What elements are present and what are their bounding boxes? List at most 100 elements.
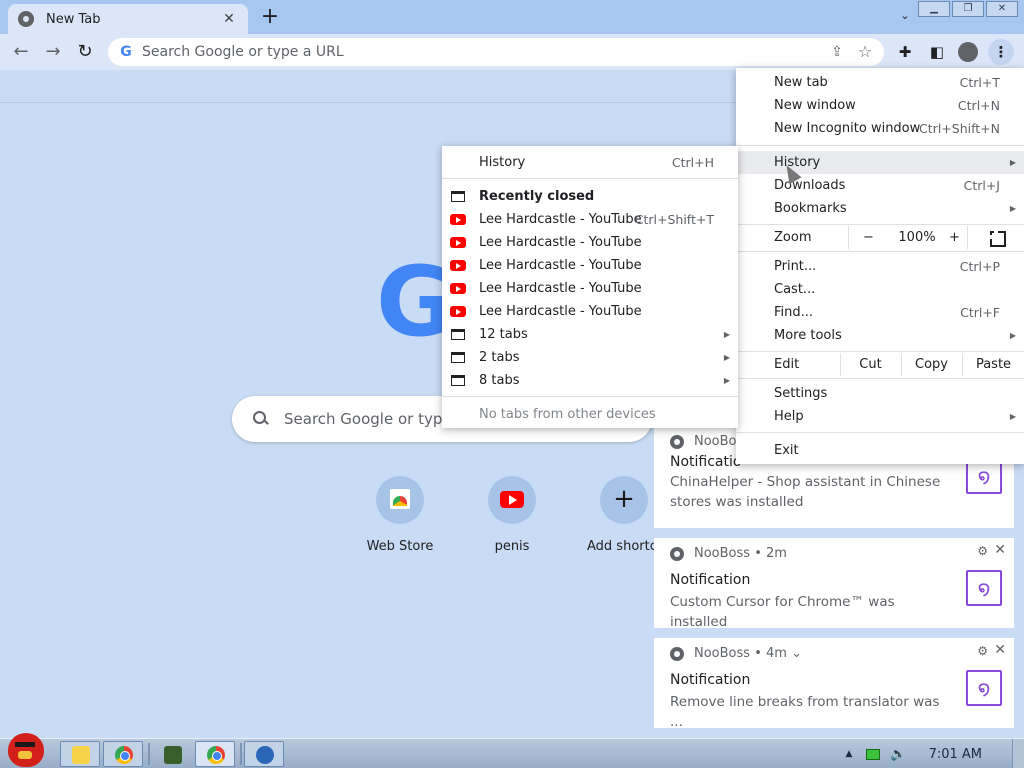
- new-tab-button[interactable]: +: [258, 6, 282, 30]
- notification-title: Notification: [670, 672, 751, 688]
- menu-divider: [736, 351, 1024, 352]
- notification-body: ChinaHelper - Shop assistant in Chinese …: [670, 474, 941, 510]
- google-icon: G: [120, 44, 132, 60]
- folder-icon: [72, 746, 90, 764]
- paste-button[interactable]: Paste: [962, 353, 1024, 376]
- submenu-arrow-icon: ▶: [1009, 204, 1016, 213]
- menu-item-shortcut: Ctrl+Shift+T: [634, 212, 714, 227]
- shortcut-add[interactable]: + Add shortcu: [569, 476, 654, 554]
- recently-closed-item[interactable]: Lee Hardcastle - YouTube: [442, 254, 738, 277]
- tab-close-icon[interactable]: ✕: [220, 10, 238, 28]
- notification-card[interactable]: NooBoss • 2m ⚙ ✕ Notification Custom Cur…: [654, 538, 1014, 630]
- restore-button[interactable]: ❐: [952, 1, 984, 17]
- recently-closed-item[interactable]: Lee Hardcastle - YouTube Ctrl+Shift+T: [442, 208, 738, 231]
- recently-closed-item[interactable]: Lee Hardcastle - YouTube: [442, 277, 738, 300]
- zoom-controls: − 100% +: [848, 226, 1024, 249]
- close-icon[interactable]: ✕: [994, 542, 1006, 558]
- zoom-level: 100%: [898, 230, 936, 245]
- menu-item-more-tools[interactable]: More tools ▶: [736, 324, 1024, 347]
- recently-closed-window[interactable]: 8 tabs ▶: [442, 369, 738, 392]
- toolbar: ← → ↻ G Search Google or type a URL ⇪ ☆ …: [0, 34, 1024, 70]
- omnibox[interactable]: G Search Google or type a URL ⇪ ☆: [108, 38, 884, 66]
- close-window-button[interactable]: ✕: [986, 1, 1018, 17]
- taskbar-game-button[interactable]: [152, 741, 192, 767]
- submenu-arrow-icon: ▶: [1009, 331, 1016, 340]
- menu-item-shortcut: Ctrl+J: [963, 178, 1000, 193]
- menu-item-label: 2 tabs: [479, 350, 520, 365]
- show-desktop-button[interactable]: [1012, 739, 1024, 768]
- reload-button[interactable]: ↻: [72, 39, 98, 65]
- nooboss-logo-icon: ໑: [966, 670, 1002, 706]
- start-button[interactable]: [2, 729, 50, 768]
- shortcut-web-store[interactable]: Web Store: [345, 476, 455, 554]
- omnibox-placeholder: Search Google or type a URL: [142, 44, 344, 60]
- recently-closed-window[interactable]: 2 tabs ▶: [442, 346, 738, 369]
- minimize-button[interactable]: ▁: [918, 1, 950, 17]
- menu-item-find[interactable]: Find... Ctrl+F: [736, 301, 1024, 324]
- taskbar-divider: [240, 743, 242, 765]
- bookmark-star-icon[interactable]: ☆: [852, 38, 878, 66]
- shortcut-youtube-tile: [488, 476, 536, 524]
- history-menu-item-history[interactable]: History Ctrl+H: [442, 151, 738, 174]
- side-panel-icon[interactable]: ◧: [924, 39, 950, 65]
- cut-button[interactable]: Cut: [840, 353, 900, 376]
- menu-item-help[interactable]: Help ▶: [736, 405, 1024, 428]
- window-controls: ▁ ❐ ✕: [918, 1, 1018, 17]
- menu-item-shortcut: Ctrl+T: [959, 75, 1000, 90]
- notification-body: Remove line breaks from translator was .…: [670, 694, 940, 730]
- menu-item-settings[interactable]: Settings: [736, 382, 1024, 405]
- submenu-arrow-icon: ▶: [1009, 412, 1016, 421]
- tab-strip: New Tab ✕ + ⌄ ▁ ❐ ✕: [0, 0, 1024, 34]
- gear-icon[interactable]: ⚙: [977, 644, 988, 658]
- recently-closed-window[interactable]: 12 tabs ▶: [442, 323, 738, 346]
- menu-item-new-incognito-window[interactable]: New Incognito window Ctrl+Shift+N: [736, 117, 1024, 140]
- close-icon[interactable]: ✕: [994, 642, 1006, 658]
- menu-item-label: Find...: [774, 305, 814, 320]
- profile-button[interactable]: [955, 39, 981, 65]
- menu-item-exit[interactable]: Exit: [736, 439, 1024, 462]
- zoom-out-button[interactable]: −: [863, 226, 874, 249]
- volume-icon[interactable]: 🔈: [890, 747, 906, 762]
- notification-card[interactable]: NooBoss • 4m ⌄ ⚙ ✕ Notification Remove l…: [654, 638, 1014, 730]
- clock[interactable]: 7:01 AM: [929, 747, 982, 762]
- web-store-icon: [390, 489, 410, 509]
- network-icon[interactable]: [866, 748, 881, 760]
- menu-divider: [736, 145, 1024, 146]
- menu-item-new-window[interactable]: New window Ctrl+N: [736, 94, 1024, 117]
- gear-icon[interactable]: ⚙: [977, 544, 988, 558]
- menu-item-downloads[interactable]: Downloads Ctrl+J: [736, 174, 1024, 197]
- shortcut-youtube[interactable]: penis: [457, 476, 567, 554]
- taskbar-app-button[interactable]: [244, 741, 284, 767]
- tab-search-button[interactable]: ⌄: [895, 6, 915, 26]
- menu-item-history[interactable]: History ▶: [736, 151, 1024, 174]
- recently-closed-item[interactable]: Lee Hardcastle - YouTube: [442, 300, 738, 323]
- menu-item-bookmarks[interactable]: Bookmarks ▶: [736, 197, 1024, 220]
- taskbar-folder-button[interactable]: [60, 741, 100, 767]
- system-tray: ▲ 🔈 7:01 AM: [845, 739, 1024, 768]
- add-shortcut-tile: +: [600, 476, 648, 524]
- youtube-icon: [450, 283, 466, 294]
- zoom-in-button[interactable]: +: [949, 226, 960, 249]
- menu-item-new-tab[interactable]: New tab Ctrl+T: [736, 71, 1024, 94]
- share-icon[interactable]: ⇪: [824, 38, 850, 66]
- chrome-menu-button[interactable]: ⋮: [988, 39, 1014, 65]
- game-icon: [164, 746, 182, 764]
- notification-body: Custom Cursor for Chrome™ was installed: [670, 594, 895, 630]
- back-button[interactable]: ←: [8, 39, 34, 65]
- taskbar-chrome-window-button[interactable]: [195, 741, 235, 767]
- tray-expand-icon[interactable]: ▲: [845, 749, 852, 759]
- notification-header: NooBoss • 4m ⌄: [670, 646, 802, 661]
- copy-button[interactable]: Copy: [901, 353, 961, 376]
- menu-item-cast[interactable]: Cast...: [736, 278, 1024, 301]
- menu-item-label: Lee Hardcastle - YouTube: [479, 212, 642, 227]
- fullscreen-icon[interactable]: [967, 226, 1024, 249]
- extensions-icon[interactable]: ✚: [892, 39, 918, 65]
- menu-item-label: Lee Hardcastle - YouTube: [479, 304, 642, 319]
- forward-button[interactable]: →: [40, 39, 66, 65]
- app-icon: [256, 746, 274, 764]
- taskbar-chrome-button[interactable]: [103, 741, 143, 767]
- recently-closed-item[interactable]: Lee Hardcastle - YouTube: [442, 231, 738, 254]
- tab-new-tab[interactable]: New Tab ✕: [8, 4, 248, 34]
- youtube-icon: [450, 306, 466, 317]
- menu-item-print[interactable]: Print... Ctrl+P: [736, 255, 1024, 278]
